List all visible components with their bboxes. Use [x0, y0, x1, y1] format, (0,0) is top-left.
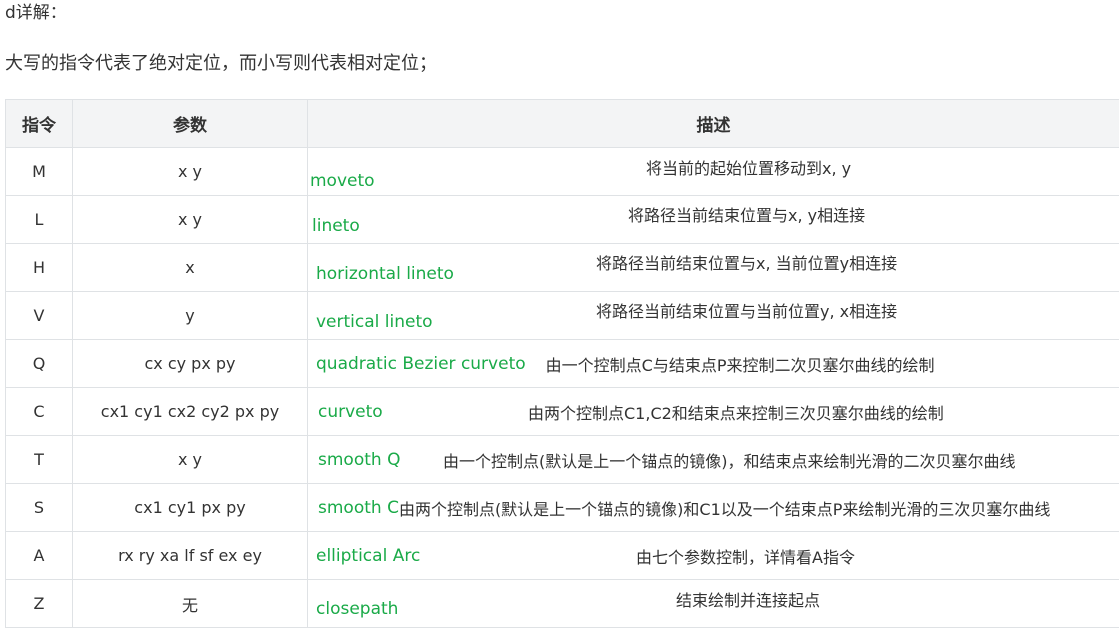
- command-name: quadratic Bezier curveto: [316, 353, 526, 374]
- table-row: S cx1 cy1 px py smooth C由两个控制点(默认是上一个锚点的…: [5, 483, 1119, 532]
- cell-command: H: [5, 243, 73, 292]
- table-row: C cx1 cy1 cx2 cy2 px py curveto 由两个控制点C1,…: [5, 387, 1119, 436]
- command-description: 将当前的起始位置移动到x, y: [646, 158, 852, 178]
- cell-command: L: [5, 195, 73, 244]
- command-description: 由七个参数控制，详情看A指令: [636, 547, 855, 567]
- table-header-row: 指令 参数 描述: [5, 99, 1119, 148]
- table-row: Z 无 closepath 结束绘制并连接起点: [5, 579, 1119, 628]
- cell-params: x y: [72, 195, 308, 244]
- command-description: 由两个控制点(默认是上一个锚点的镜像)和C1以及一个结束点P来绘制光滑的三次贝塞…: [398, 499, 1051, 519]
- cell-description: closepath 结束绘制并连接起点: [307, 579, 1119, 628]
- cell-description: curveto 由两个控制点C1,C2和结束点来控制三次贝塞尔曲线的绘制: [307, 387, 1119, 436]
- command-description: 由一个控制点C与结束点P来控制二次贝塞尔曲线的绘制: [545, 355, 935, 375]
- table-row: M x y moveto 将当前的起始位置移动到x, y: [5, 147, 1119, 196]
- cell-params: rx ry xa lf sf ex ey: [72, 531, 308, 580]
- cell-command: V: [5, 291, 73, 340]
- header-params: 参数: [72, 99, 308, 148]
- section-heading: d详解：: [5, 3, 67, 23]
- table-row: Q cx cy px py quadratic Bezier curveto 由一…: [5, 339, 1119, 388]
- cell-command: M: [5, 147, 73, 196]
- table-row: A rx ry xa lf sf ex ey elliptical Arc 由七个…: [5, 531, 1119, 580]
- command-name: vertical lineto: [316, 311, 433, 332]
- command-name: smooth C: [318, 497, 399, 518]
- table-row: L x y lineto 将路径当前结束位置与x, y相连接: [5, 195, 1119, 244]
- intro-paragraph: 大写的指令代表了绝对定位，而小写则代表相对定位；: [5, 53, 437, 74]
- cell-description: moveto 将当前的起始位置移动到x, y: [307, 147, 1119, 196]
- command-name: smooth Q: [318, 449, 401, 470]
- cell-description: lineto 将路径当前结束位置与x, y相连接: [307, 195, 1119, 244]
- cell-command: T: [5, 435, 73, 484]
- cell-command: Z: [5, 579, 73, 628]
- cell-params: x y: [72, 147, 308, 196]
- command-description: 由一个控制点(默认是上一个锚点的镜像)，和结束点来绘制光滑的二次贝塞尔曲线: [443, 451, 1016, 471]
- cell-params: x y: [72, 435, 308, 484]
- cell-description: smooth Q 由一个控制点(默认是上一个锚点的镜像)，和结束点来绘制光滑的二次…: [307, 435, 1119, 484]
- cell-params: cx1 cy1 px py: [72, 483, 308, 532]
- header-description: 描述: [307, 99, 1119, 148]
- command-name: horizontal lineto: [316, 263, 454, 284]
- command-description: 将路径当前结束位置与当前位置y, x相连接: [596, 301, 898, 321]
- cell-command: S: [5, 483, 73, 532]
- cell-params: y: [72, 291, 308, 340]
- cell-params: x: [72, 243, 308, 292]
- header-command: 指令: [5, 99, 73, 148]
- command-description: 由两个控制点C1,C2和结束点来控制三次贝塞尔曲线的绘制: [528, 403, 944, 423]
- command-name: closepath: [316, 598, 399, 619]
- cell-command: Q: [5, 339, 73, 388]
- command-name: lineto: [312, 215, 360, 236]
- table-header: 指令 参数 描述: [5, 99, 1119, 148]
- cell-description: horizontal lineto 将路径当前结束位置与x, 当前位置y相连接: [307, 243, 1119, 292]
- cell-params: cx cy px py: [72, 339, 308, 388]
- cell-description: elliptical Arc 由七个参数控制，详情看A指令: [307, 531, 1119, 580]
- table-row: H x horizontal lineto 将路径当前结束位置与x, 当前位置y相…: [5, 243, 1119, 292]
- cell-command: C: [5, 387, 73, 436]
- table-row: T x y smooth Q 由一个控制点(默认是上一个锚点的镜像)，和结束点来绘…: [5, 435, 1119, 484]
- command-description: 将路径当前结束位置与x, y相连接: [628, 205, 866, 225]
- command-name: moveto: [310, 170, 375, 191]
- cell-description: smooth C由两个控制点(默认是上一个锚点的镜像)和C1以及一个结束点P来绘…: [307, 483, 1119, 532]
- command-description: 结束绘制并连接起点: [676, 590, 821, 610]
- table-row: V y vertical lineto 将路径当前结束位置与当前位置y, x相连接: [5, 291, 1119, 340]
- cell-params: 无: [72, 579, 308, 628]
- cell-description: vertical lineto 将路径当前结束位置与当前位置y, x相连接: [307, 291, 1119, 340]
- command-name: elliptical Arc: [316, 545, 421, 566]
- cell-description: quadratic Bezier curveto 由一个控制点C与结束点P来控制二…: [307, 339, 1119, 388]
- path-command-table: 指令 参数 描述 M x y moveto 将当前的起始位置移动到x, y L x…: [5, 99, 1119, 628]
- cell-command: A: [5, 531, 73, 580]
- command-description: 将路径当前结束位置与x, 当前位置y相连接: [596, 253, 898, 273]
- cell-params: cx1 cy1 cx2 cy2 px py: [72, 387, 308, 436]
- command-name: curveto: [318, 401, 383, 422]
